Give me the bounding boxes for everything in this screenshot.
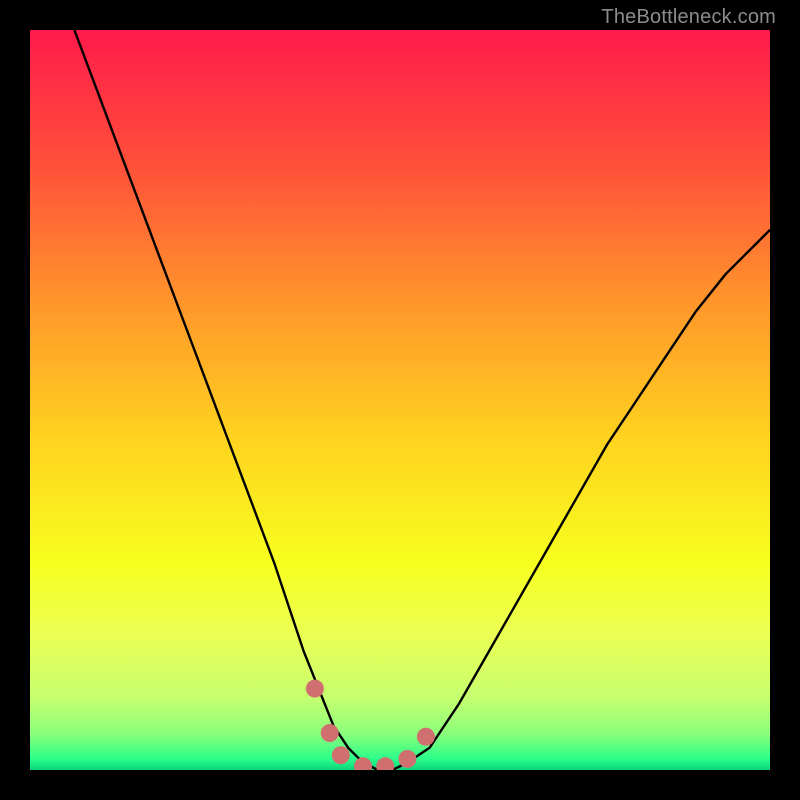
chart-svg bbox=[30, 30, 770, 770]
chart-frame: TheBottleneck.com bbox=[0, 0, 800, 800]
marker-dot bbox=[417, 728, 435, 746]
marker-dot bbox=[398, 750, 416, 768]
marker-dot bbox=[306, 680, 324, 698]
gradient-background bbox=[30, 30, 770, 770]
marker-dot bbox=[332, 746, 350, 764]
chart-plot-area bbox=[30, 30, 770, 770]
watermark-text: TheBottleneck.com bbox=[601, 6, 776, 29]
marker-dot bbox=[321, 724, 339, 742]
